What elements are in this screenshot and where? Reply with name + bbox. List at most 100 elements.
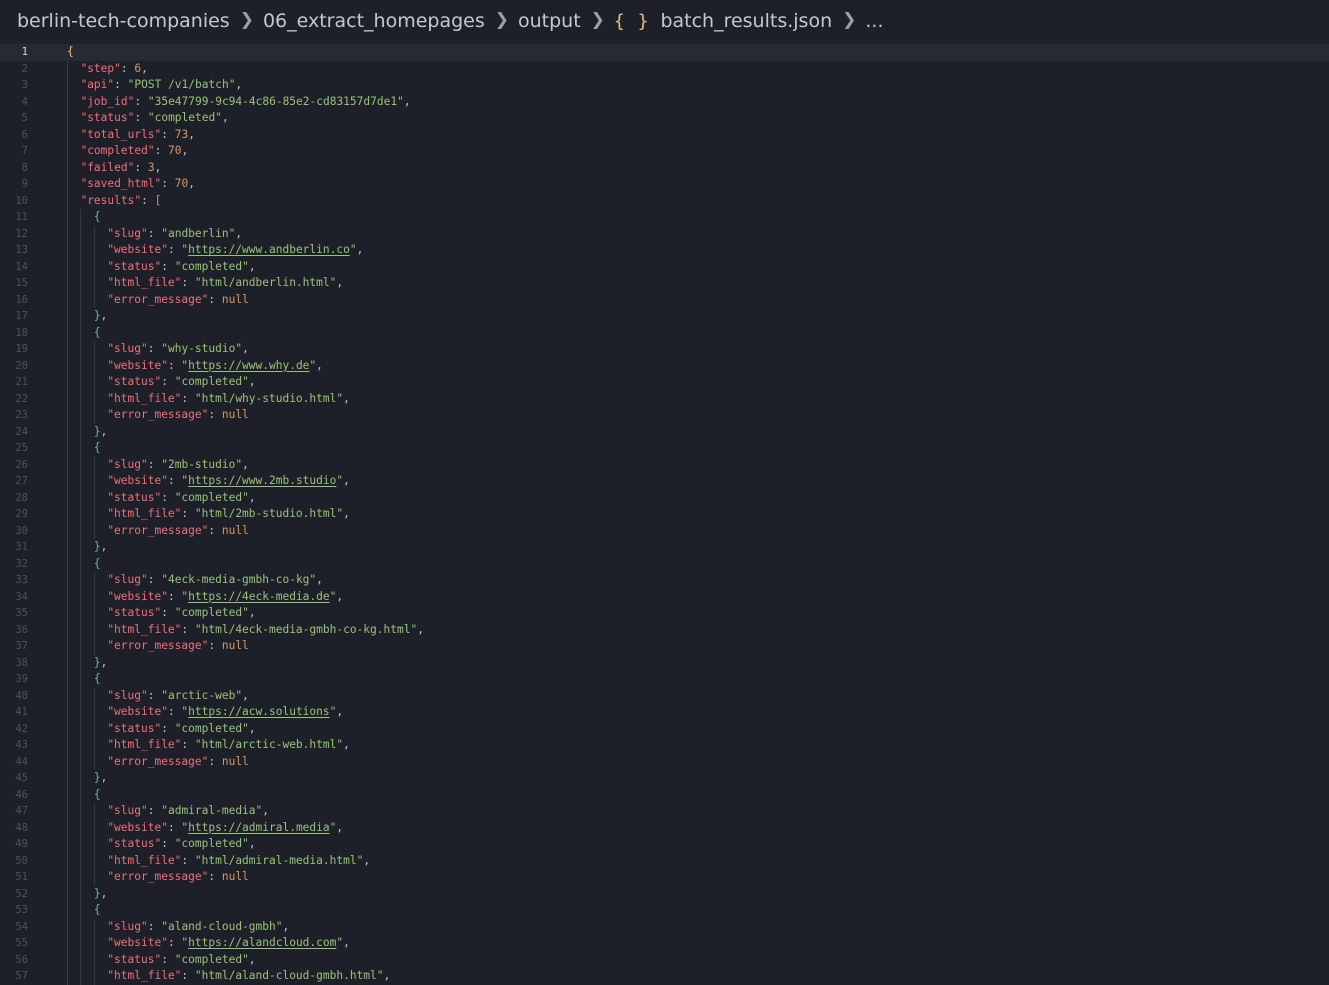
- code-line[interactable]: 5 "status": "completed",: [0, 110, 1329, 127]
- breadcrumb-symbol[interactable]: ...: [865, 10, 883, 32]
- code-line[interactable]: 11 {: [0, 209, 1329, 226]
- code-line[interactable]: 12 "slug": "andberlin",: [0, 225, 1329, 242]
- code-line[interactable]: 42 "status": "completed",: [0, 720, 1329, 737]
- code-line[interactable]: 2 "step": 6,: [0, 60, 1329, 77]
- code-line[interactable]: 27 "website": "https://www.2mb.studio",: [0, 473, 1329, 490]
- code-line[interactable]: 52},: [0, 885, 1329, 902]
- code-line[interactable]: 56 "status": "completed",: [0, 951, 1329, 968]
- code-line[interactable]: 44 "error_message": null: [0, 753, 1329, 770]
- code-line[interactable]: 19 "slug": "why-studio",: [0, 341, 1329, 358]
- indent-guide: [93, 258, 95, 275]
- website-link[interactable]: https://alandcloud.com: [188, 936, 336, 949]
- indent-guide: [93, 869, 95, 886]
- website-link[interactable]: https://www.2mb.studio: [188, 474, 336, 487]
- website-link[interactable]: https://admiral.media: [188, 821, 329, 834]
- indent-guide: [93, 753, 95, 770]
- code-line[interactable]: 15 "html_file": "html/andberlin.html",: [0, 275, 1329, 292]
- code-text: "job_id": "35e47799-9c94-4c86-85e2-cd831…: [80, 94, 411, 108]
- code-line[interactable]: 47 "slug": "admiral-media",: [0, 803, 1329, 820]
- code-line[interactable]: 14 "status": "completed",: [0, 258, 1329, 275]
- code-line[interactable]: 40 "slug": "arctic-web",: [0, 687, 1329, 704]
- indent-guide: [67, 159, 68, 176]
- website-link[interactable]: https://www.andberlin.co: [188, 243, 350, 256]
- code-line[interactable]: 28 "status": "completed",: [0, 489, 1329, 506]
- code-line[interactable]: 16 "error_message": null: [0, 291, 1329, 308]
- line-number: 40: [15, 689, 28, 702]
- code-line[interactable]: 33 "slug": "4eck-media-gmbh-co-kg",: [0, 572, 1329, 589]
- code-line[interactable]: 48 "website": "https://admiral.media",: [0, 819, 1329, 836]
- code-line[interactable]: 18 {: [0, 324, 1329, 341]
- code-line[interactable]: 1{: [0, 44, 1329, 61]
- code-line[interactable]: 36 "html_file": "html/4eck-media-gmbh-co-…: [0, 621, 1329, 638]
- indent-guide: [93, 621, 95, 638]
- code-line[interactable]: 43 "html_file": "html/arctic-web.html",: [0, 737, 1329, 754]
- code-line[interactable]: 25 {: [0, 440, 1329, 457]
- code-line[interactable]: 38},: [0, 654, 1329, 671]
- code-line[interactable]: 29 "html_file": "html/2mb-studio.html",: [0, 506, 1329, 523]
- indent-guide: [93, 275, 95, 292]
- code-editor[interactable]: 1{2 "step": 6, 3 "api": "POST /v1/batch", 4 "…: [0, 44, 1329, 985]
- json-value: completed: [154, 111, 216, 124]
- line-number: 37: [15, 640, 28, 652]
- code-line[interactable]: 39 {: [0, 671, 1329, 688]
- breadcrumb: berlin-tech-companies ❯ 06_extract_homep…: [0, 0, 1329, 42]
- code-line[interactable]: 4 "job_id": "35e47799-9c94-4c86-85e2-cd83…: [0, 93, 1329, 110]
- code-line[interactable]: 26 "slug": "2mb-studio",: [0, 456, 1329, 473]
- indent-guide: [80, 473, 82, 490]
- code-line[interactable]: 57 "html_file": "html/aland-cloud-gmbh.ht…: [0, 968, 1329, 985]
- code-line[interactable]: 31},: [0, 539, 1329, 556]
- code-line[interactable]: 13 "website": "https://www.andberlin.co",: [0, 242, 1329, 259]
- website-link[interactable]: https://acw.solutions: [188, 705, 329, 718]
- indent-guide: [67, 473, 68, 490]
- chevron-right-icon: ❯: [590, 10, 605, 30]
- code-line[interactable]: 17},: [0, 308, 1329, 325]
- code-line[interactable]: 55 "website": "https://alandcloud.com",: [0, 935, 1329, 952]
- code-line[interactable]: 30 "error_message": null: [0, 522, 1329, 539]
- breadcrumb-folder-extract[interactable]: 06_extract_homepages: [263, 10, 485, 32]
- indent-guide: [67, 77, 68, 94]
- breadcrumb-folder-output[interactable]: output: [518, 10, 581, 32]
- breadcrumb-file[interactable]: batch_results.json: [660, 10, 832, 32]
- code-line[interactable]: 6 "total_urls": 73,: [0, 126, 1329, 143]
- code-line[interactable]: 24},: [0, 423, 1329, 440]
- line-number: 56: [15, 953, 28, 966]
- code-line[interactable]: 46 {: [0, 786, 1329, 803]
- code-line[interactable]: 49 "status": "completed",: [0, 836, 1329, 853]
- code-line[interactable]: 9 "saved_html": 70,: [0, 176, 1329, 193]
- code-line[interactable]: 3 "api": "POST /v1/batch",: [0, 77, 1329, 94]
- code-line[interactable]: 10 "results": [: [0, 192, 1329, 209]
- code-line[interactable]: 32 {: [0, 555, 1329, 572]
- line-number: 47: [15, 805, 28, 817]
- code-line[interactable]: 23 "error_message": null: [0, 407, 1329, 424]
- code-line[interactable]: 34 "website": "https://4eck-media.de",: [0, 588, 1329, 605]
- code-line[interactable]: 50 "html_file": "html/admiral-media.html"…: [0, 852, 1329, 869]
- code-line[interactable]: 51 "error_message": null: [0, 869, 1329, 886]
- json-value: 4eck-media-gmbh-co-kg: [167, 573, 310, 586]
- json-value: html/why-studio.html: [201, 391, 337, 405]
- code-line[interactable]: 21 "status": "completed",: [0, 374, 1329, 391]
- code-text: "status": "completed",: [107, 952, 256, 966]
- line-number: 19: [15, 343, 28, 355]
- code-line[interactable]: 37 "error_message": null: [0, 638, 1329, 655]
- website-link[interactable]: https://4eck-media.de: [188, 590, 329, 603]
- code-line[interactable]: 8 "failed": 3,: [0, 159, 1329, 176]
- indent-guide: [93, 572, 95, 589]
- json-value: why-studio: [167, 342, 236, 355]
- indent-guide: [80, 440, 82, 457]
- breadcrumb-folder-root[interactable]: berlin-tech-companies: [17, 10, 230, 32]
- json-value: 70: [168, 144, 182, 157]
- code-text: {: [93, 903, 101, 916]
- code-line[interactable]: 53 {: [0, 902, 1329, 919]
- website-link[interactable]: https://www.why.de: [188, 359, 309, 372]
- line-number: 55: [15, 937, 28, 949]
- code-line[interactable]: 35 "status": "completed",: [0, 605, 1329, 622]
- code-line[interactable]: 7 "completed": 70,: [0, 143, 1329, 160]
- code-line[interactable]: 41 "website": "https://acw.solutions",: [0, 704, 1329, 721]
- line-number: 41: [15, 706, 28, 718]
- code-line[interactable]: 20 "website": "https://www.why.de",: [0, 357, 1329, 374]
- code-line[interactable]: 54 "slug": "aland-cloud-gmbh",: [0, 918, 1329, 935]
- indent-guide: [80, 489, 82, 506]
- code-text: },: [93, 540, 108, 553]
- code-line[interactable]: 45},: [0, 770, 1329, 787]
- code-line[interactable]: 22 "html_file": "html/why-studio.html",: [0, 390, 1329, 407]
